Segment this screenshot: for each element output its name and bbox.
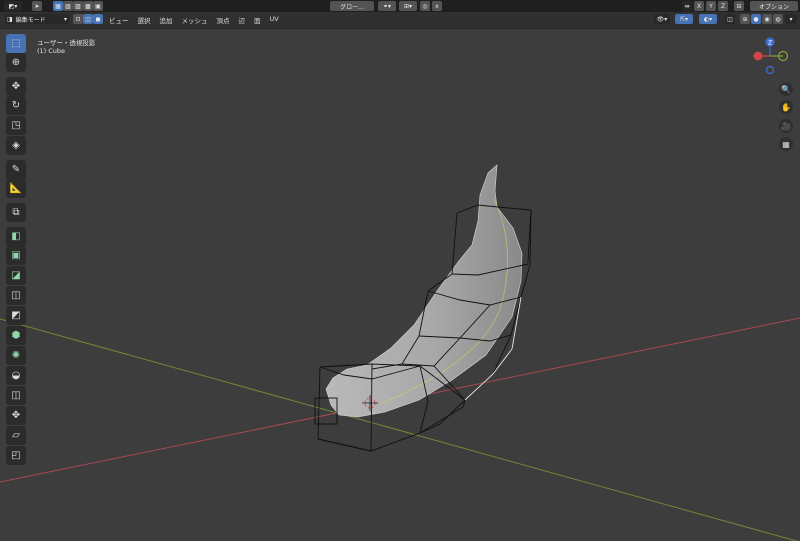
spin-icon[interactable]: ✺ xyxy=(6,346,26,365)
solid-shading-button[interactable]: ● xyxy=(751,14,761,24)
overlay-toggle-button[interactable]: ◐▾ xyxy=(699,14,717,24)
wireframe-shading-button[interactable]: ⊕ xyxy=(740,14,750,24)
shear-icon[interactable]: ▱ xyxy=(6,426,26,445)
auto-merge-button[interactable]: ⊟ xyxy=(734,1,744,11)
select-mode-invert-button[interactable]: ▩ xyxy=(83,1,93,11)
mode-label: 編集モード xyxy=(15,16,46,24)
edge-select-button[interactable]: ◫ xyxy=(83,14,93,24)
mode-dropdown[interactable]: ◨ 編集モード ▾ xyxy=(5,14,69,24)
shrink-fatten-icon[interactable]: ✥ xyxy=(6,406,26,425)
header-menu: ビュー 選択 追加 メッシュ 頂点 辺 面 UV xyxy=(100,15,279,25)
viewport-header: ◨ 編集モード ▾ ⊡ ◫ ◼ ビュー 選択 追加 メッシュ 頂点 辺 面 UV… xyxy=(0,12,800,29)
material-shading-button[interactable]: ◉ xyxy=(762,14,772,24)
vertex-select-button[interactable]: ⊡ xyxy=(73,14,83,24)
menu-face[interactable]: 面 xyxy=(254,15,261,25)
axis-y-label: Y xyxy=(709,2,713,10)
select-mode-intersect-button[interactable]: ▣ xyxy=(93,1,103,11)
add-cube-icon[interactable]: ⧉ xyxy=(6,203,26,222)
mirror-z-button[interactable]: Z xyxy=(718,1,728,11)
view-name: ユーザー・透視投影 xyxy=(37,39,96,47)
smooth-icon[interactable]: ◒ xyxy=(6,366,26,385)
mirror-y-button[interactable]: Y xyxy=(706,1,716,11)
options-label: オプション xyxy=(758,3,789,11)
menu-view[interactable]: ビュー xyxy=(109,15,129,25)
select-mode-extend-button[interactable]: ▧ xyxy=(63,1,73,11)
camera-icon[interactable]: 🎥 xyxy=(779,119,793,133)
xray-toggle-button[interactable]: ◫ xyxy=(725,14,735,24)
gizmo-toggle-button[interactable]: ⇱▾ xyxy=(675,14,693,24)
axis-x-label: X xyxy=(696,2,702,10)
loop-cut-icon[interactable]: ◫ xyxy=(6,286,26,305)
pivot-point-dropdown[interactable]: ⚭▾ xyxy=(378,1,396,11)
rotate-icon[interactable]: ↻ xyxy=(6,96,26,115)
visibility-dropdown[interactable]: 👁▾ xyxy=(654,14,670,24)
axis-z-label: Z xyxy=(720,2,726,10)
mirror-icon[interactable]: ⇹ xyxy=(682,1,692,11)
menu-uv[interactable]: UV xyxy=(270,15,279,25)
gizmo-neg-z-axis[interactable] xyxy=(765,65,775,75)
annotate-icon[interactable]: ✎ xyxy=(6,160,26,179)
select-tool-button[interactable]: ➤ xyxy=(32,1,42,11)
3d-viewport[interactable]: ユーザー・透視投影 (1) Cube Z 🔍 ✋ 🎥 ▦ xyxy=(0,29,800,541)
cursor-icon[interactable]: ⊕ xyxy=(6,53,26,72)
proportional-falloff-button[interactable]: ∧ xyxy=(432,1,442,11)
menu-mesh[interactable]: メッシュ xyxy=(182,15,208,25)
menu-vertex[interactable]: 頂点 xyxy=(217,15,230,25)
editor-type-button[interactable]: ◩▾ xyxy=(4,1,22,11)
mode-icon: ◨ xyxy=(7,15,13,23)
zoom-icon[interactable]: 🔍 xyxy=(779,82,793,96)
gizmo-z-label: Z xyxy=(768,40,772,47)
select-box-icon[interactable]: ⬚ xyxy=(6,34,26,53)
extrude-icon[interactable]: ◧ xyxy=(6,227,26,246)
menu-add[interactable]: 追加 xyxy=(160,15,173,25)
inset-icon[interactable]: ▣ xyxy=(6,246,26,265)
chevron-down-icon: ▾ xyxy=(63,15,67,23)
move-icon[interactable]: ✥ xyxy=(6,77,26,96)
transform-orientation-dropdown[interactable]: グロー... xyxy=(330,1,374,11)
transform-icon[interactable]: ◈ xyxy=(6,136,26,155)
options-dropdown[interactable]: オプション xyxy=(750,1,798,11)
shading-options-dropdown[interactable]: ▾ xyxy=(785,14,797,24)
viewport-canvas xyxy=(0,164,800,541)
grid-view-icon[interactable]: ▦ xyxy=(779,137,793,151)
rip-icon[interactable]: ◰ xyxy=(6,446,26,465)
orientation-label: グロー... xyxy=(340,3,364,11)
rendered-shading-button[interactable]: ◍ xyxy=(773,14,783,24)
hand-pan-icon[interactable]: ✋ xyxy=(779,100,793,114)
poly-build-icon[interactable]: ⬢ xyxy=(6,326,26,345)
edge-slide-icon[interactable]: ◫ xyxy=(6,386,26,405)
object-name: (1) Cube xyxy=(37,47,66,55)
mirror-x-button[interactable]: X xyxy=(694,1,704,11)
measure-icon[interactable]: 📐 xyxy=(6,179,26,198)
scale-icon[interactable]: ◳ xyxy=(6,116,26,135)
top-bar: ◩▾ ➤ ▦ ▧ ▨ ▩ ▣ グロー... ⚭▾ ⊞▾ ◎ ∧ ⇹ X Y Z … xyxy=(0,0,800,12)
gizmo-x-axis[interactable] xyxy=(753,51,763,61)
snap-button[interactable]: ⊞▾ xyxy=(399,1,417,11)
proportional-edit-button[interactable]: ◎ xyxy=(420,1,430,11)
menu-select[interactable]: 選択 xyxy=(138,15,151,25)
bevel-icon[interactable]: ◪ xyxy=(6,266,26,285)
select-mode-subtract-button[interactable]: ▨ xyxy=(73,1,83,11)
menu-edge[interactable]: 辺 xyxy=(239,15,246,25)
banana-mesh[interactable] xyxy=(325,164,523,418)
navigation-gizmo[interactable]: Z xyxy=(750,34,790,88)
select-mode-new-button[interactable]: ▦ xyxy=(53,1,63,11)
knife-icon[interactable]: ◩ xyxy=(6,306,26,325)
